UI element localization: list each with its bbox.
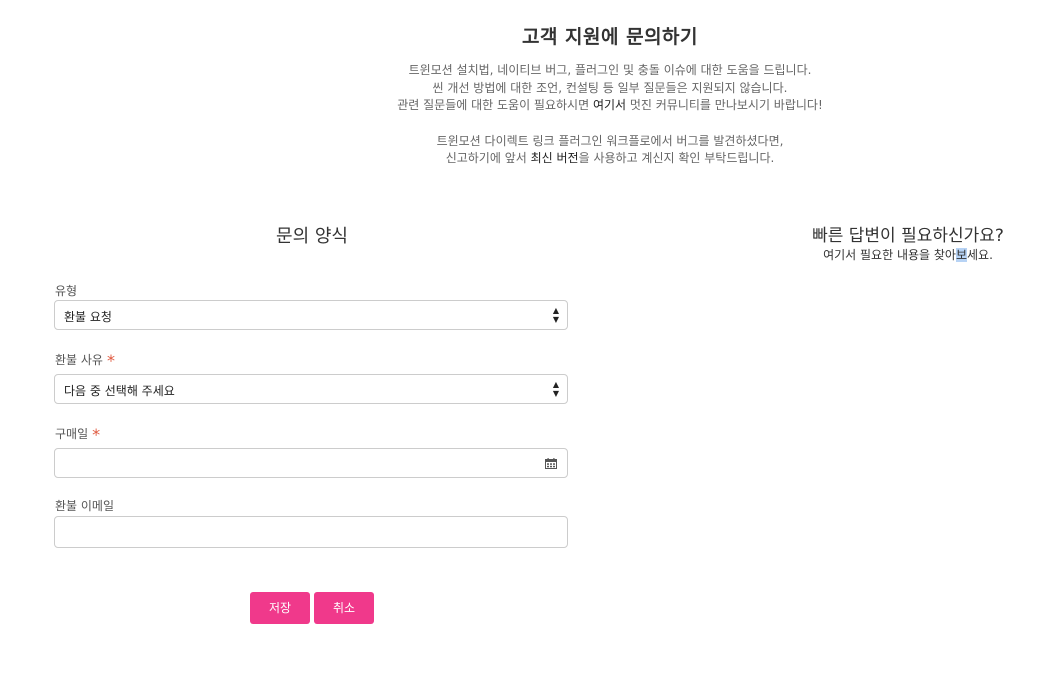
intro-line-4: 트윈모션 다이렉트 링크 플러그인 워크플로에서 버그를 발견하셨다면,	[436, 133, 784, 148]
quick-help-title: 빠른 답변이 필요하신가요?	[812, 226, 1004, 246]
intro-line-2: 씬 개선 방법에 대한 조언, 컨설팅 등 일부 질문들은 지원되지 않습니다.	[432, 80, 788, 95]
purchase-date-input[interactable]	[54, 448, 568, 478]
intro-spacer	[300, 115, 920, 133]
quick-help-sub-after: 세요.	[967, 248, 993, 262]
required-asterisk: *	[106, 351, 115, 370]
purchase-date-label: 구매일 *	[55, 425, 100, 444]
reason-label: 환불 사유 *	[55, 351, 115, 370]
required-asterisk: *	[92, 425, 101, 444]
save-button[interactable]: 저장	[250, 592, 310, 624]
reason-select-value: 다음 중 선택해 주세요	[64, 384, 175, 398]
select-arrows-icon: ▲ ▼	[552, 380, 560, 398]
type-select[interactable]: 환불 요청 ▲ ▼	[54, 300, 568, 330]
refund-email-input[interactable]	[54, 516, 568, 548]
intro-line-5-after: 을 사용하고 계신지 확인 부탁드립니다.	[578, 151, 775, 165]
quick-help-sub-before: 여기서 필요한 내용을 찾아	[823, 248, 956, 262]
community-link[interactable]: 여기서	[593, 98, 626, 112]
type-select-value: 환불 요청	[64, 310, 112, 324]
quick-help-sub-highlight: 보	[955, 248, 968, 262]
support-page: 고객 지원에 문의하기 트윈모션 설치법, 네이티브 버그, 플러그인 및 충돌…	[0, 0, 1037, 688]
intro-line-3-before: 관련 질문들에 대한 도움이 필요하시면	[397, 98, 593, 112]
page-title: 고객 지원에 문의하기	[521, 26, 699, 48]
intro-line-5: 신고하기에 앞서 최신 버전을 사용하고 계신지 확인 부탁드립니다.	[300, 150, 920, 168]
reason-label-text: 환불 사유	[55, 353, 103, 367]
latest-version-link[interactable]: 최신 버전	[531, 151, 579, 165]
intro-line-1: 트윈모션 설치법, 네이티브 버그, 플러그인 및 충돌 이슈에 대한 도움을 …	[408, 63, 812, 77]
reason-select[interactable]: 다음 중 선택해 주세요 ▲ ▼	[54, 374, 568, 404]
quick-help-link[interactable]: 여기서 필요한 내용을 찾아보세요.	[780, 246, 1036, 263]
intro-text: 트윈모션 설치법, 네이티브 버그, 플러그인 및 충돌 이슈에 대한 도움을 …	[300, 62, 920, 168]
select-arrows-icon: ▲ ▼	[552, 306, 560, 324]
intro-line-3-after: 멋진 커뮤니티를 만나보시기 바랍니다!	[626, 98, 823, 112]
intro-line-5-before: 신고하기에 앞서	[445, 151, 531, 165]
type-label: 유형	[55, 284, 78, 298]
form-heading: 문의 양식	[276, 226, 348, 247]
purchase-date-label-text: 구매일	[55, 427, 89, 441]
calendar-icon[interactable]	[545, 458, 557, 469]
intro-line-3: 관련 질문들에 대한 도움이 필요하시면 여기서 멋진 커뮤니티를 만나보시기 …	[300, 97, 920, 115]
refund-email-label: 환불 이메일	[55, 499, 115, 513]
cancel-button[interactable]: 취소	[314, 592, 374, 624]
